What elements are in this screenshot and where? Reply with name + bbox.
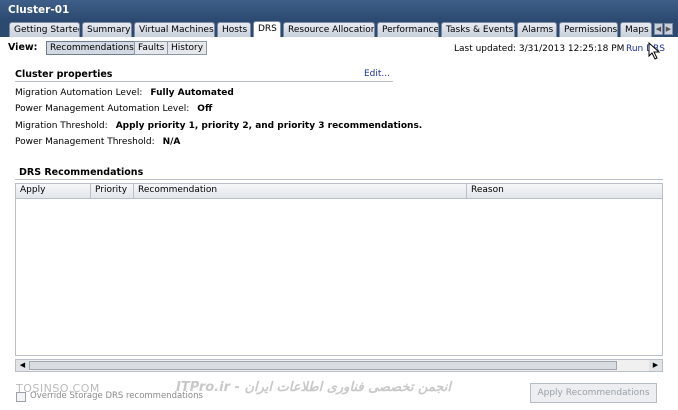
tab-resource-allocation[interactable]: Resource Allocation — [283, 22, 375, 37]
apply-recommendations-button[interactable]: Apply Recommendations — [530, 383, 657, 403]
window-title: Cluster-01 — [0, 0, 678, 21]
edit-link[interactable]: Edit... — [364, 69, 390, 79]
footer-bar: Override Storage DRS recommendations TOS… — [0, 378, 678, 410]
scroll-right-icon[interactable]: ▶ — [649, 360, 662, 371]
view-bar: View: Recommendations Faults History Las… — [0, 37, 678, 61]
recommendations-table[interactable]: Apply Priority Recommendation Reason — [15, 183, 663, 356]
faults-button[interactable]: Faults — [134, 41, 169, 55]
tab-drs[interactable]: DRS — [253, 21, 281, 37]
watermark-tosinso: TOSINSO.COM — [16, 382, 100, 395]
cluster-properties-divider — [15, 81, 393, 82]
prop-value: Off — [197, 104, 213, 114]
prop-label: Power Management Threshold: — [15, 137, 155, 147]
table-header: Apply Priority Recommendation Reason — [16, 184, 662, 199]
drs-recommendations-divider — [15, 179, 663, 180]
tab-performance[interactable]: Performance — [377, 22, 439, 37]
tab-scroll-right-icon[interactable]: ▶ — [664, 23, 673, 35]
power-management-automation-level-row: Power Management Automation Level: Off — [15, 104, 212, 114]
power-management-threshold-row: Power Management Threshold: N/A — [15, 137, 180, 147]
scroll-left-icon[interactable]: ◀ — [16, 360, 29, 371]
watermark-itpro: ITPro.ir - انجمن تخصصی فناوری اطلاعات ای… — [176, 380, 452, 395]
column-apply[interactable]: Apply — [16, 184, 91, 198]
tab-summary[interactable]: Summary — [82, 22, 132, 37]
history-button[interactable]: History — [167, 41, 208, 55]
prop-label: Migration Automation Level: — [15, 88, 143, 98]
prop-value: Fully Automated — [150, 88, 234, 98]
migration-threshold-row: Migration Threshold: Apply priority 1, pr… — [15, 121, 422, 131]
tab-hosts[interactable]: Hosts — [217, 22, 251, 37]
mouse-cursor-icon — [648, 42, 661, 60]
tab-tasks-events[interactable]: Tasks & Events — [441, 22, 515, 37]
tab-getting-started[interactable]: Getting Started — [9, 22, 80, 37]
column-recommendation[interactable]: Recommendation — [134, 184, 467, 198]
tab-maps[interactable]: Maps — [620, 22, 652, 37]
horizontal-scrollbar[interactable]: ◀ ▶ — [15, 359, 663, 372]
tab-strip: Getting Started Summary Virtual Machines… — [0, 21, 678, 37]
prop-value: Apply priority 1, priority 2, and priori… — [115, 121, 423, 131]
tab-permissions[interactable]: Permissions — [559, 22, 618, 37]
view-label: View: — [8, 42, 38, 53]
recommendations-button[interactable]: Recommendations — [46, 41, 138, 55]
cluster-properties-title: Cluster properties — [15, 69, 113, 80]
column-reason[interactable]: Reason — [467, 184, 662, 198]
tab-scroll-left-icon[interactable]: ◀ — [654, 23, 663, 35]
drs-recommendations-title: DRS Recommendations — [19, 167, 144, 178]
migration-automation-level-row: Migration Automation Level: Fully Automat… — [15, 88, 234, 98]
column-priority[interactable]: Priority — [91, 184, 134, 198]
tab-alarms[interactable]: Alarms — [517, 22, 557, 37]
last-updated-text: Last updated: 3/31/2013 12:25:18 PM — [454, 44, 625, 54]
prop-value: N/A — [162, 137, 181, 147]
tab-virtual-machines[interactable]: Virtual Machines — [134, 22, 215, 37]
prop-label: Power Management Automation Level: — [15, 104, 190, 114]
prop-label: Migration Threshold: — [15, 121, 108, 131]
scroll-thumb[interactable] — [29, 361, 617, 370]
